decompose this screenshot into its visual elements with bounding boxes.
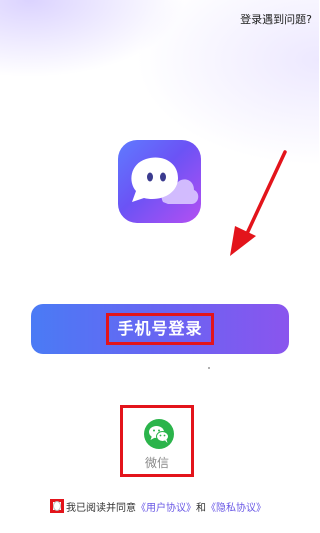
user-agreement-link[interactable]: 《用户协议》 (136, 499, 196, 514)
phone-login-label: 手机号登录 (106, 313, 214, 345)
privacy-policy-link[interactable]: 《隐私协议》 (206, 499, 266, 514)
phone-login-button[interactable]: 手机号登录 (31, 304, 289, 354)
agreement-checkbox[interactable] (53, 501, 61, 511)
agreement-prefix: 我已阅读并同意 (66, 502, 136, 514)
decorative-dot (208, 367, 210, 369)
login-help-link[interactable]: 登录遇到问题? (240, 11, 312, 27)
wechat-login-button[interactable]: 微信 (120, 405, 194, 477)
agreement-row: 我已阅读并同意 《用户协议》 和 《隐私协议》 (50, 497, 266, 515)
agreement-conjunction: 和 (196, 502, 206, 514)
wechat-label: 微信 (144, 456, 169, 470)
chat-bubble-app-icon (118, 140, 201, 223)
agreement-checkbox-highlight (50, 499, 64, 513)
wechat-icon (144, 419, 174, 449)
annotation-arrow-icon (230, 150, 287, 256)
